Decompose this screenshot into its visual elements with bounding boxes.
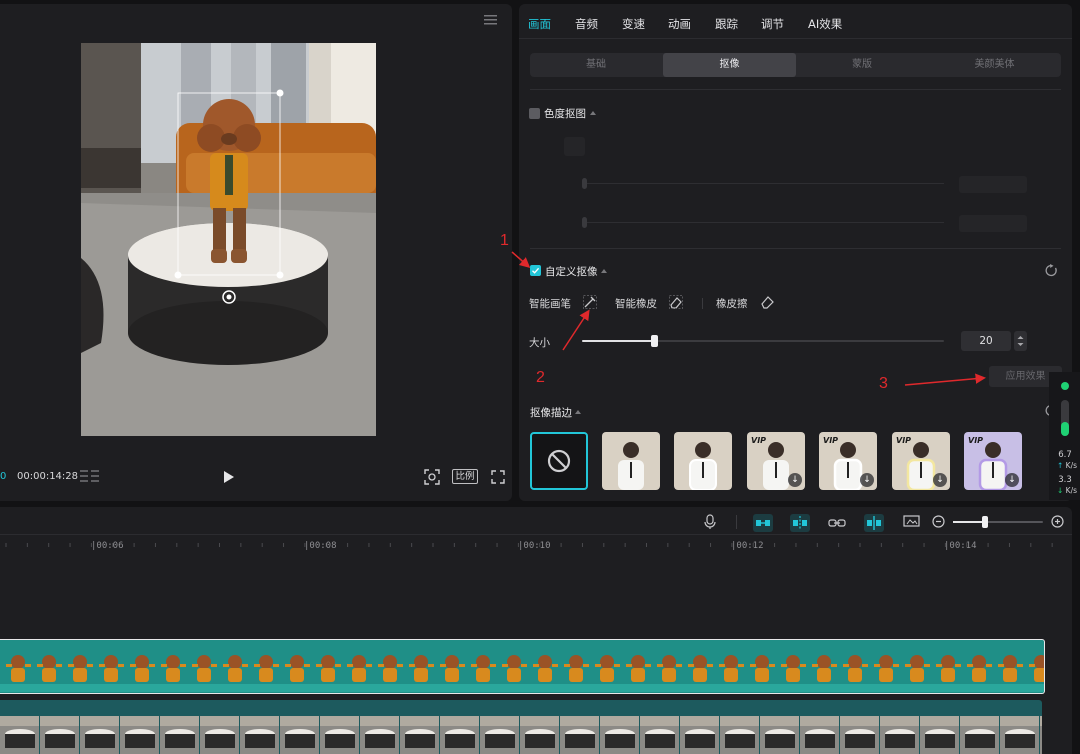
annotation-number: 3 [879, 375, 888, 392]
annotation-number: 2 [536, 369, 545, 386]
annotation-number: 1 [500, 232, 509, 249]
